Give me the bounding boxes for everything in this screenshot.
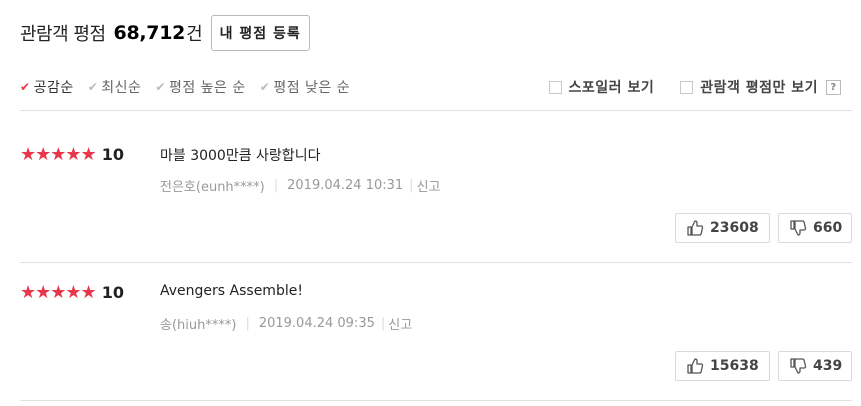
dislike-button[interactable]: 439: [778, 351, 852, 381]
review-meta: 송(hiuh****) | 2019.04.24 09:35 | 신고: [160, 314, 412, 333]
review-item: ★★★★★ 10 Avengers Assemble! 송(hiuh****) …: [20, 281, 852, 401]
review-item: ★★★★★ 10 마블 3000만큼 사랑합니다 전은호(eunh****) |…: [20, 143, 852, 263]
meta-separator: |: [273, 178, 279, 193]
rating-score: 10: [101, 282, 124, 302]
rating: ★★★★★ 10: [20, 281, 124, 303]
review-date: 2019.04.24 10:31: [287, 178, 404, 193]
divider: [20, 262, 852, 263]
spoiler-label: 스포일러 보기: [568, 80, 655, 96]
meta-separator: |: [245, 316, 250, 331]
dislike-count: 660: [813, 220, 843, 236]
meta-separator: |: [409, 178, 414, 193]
checkbox-icon[interactable]: [548, 80, 562, 94]
review-meta: 전은호(eunh****) | 2019.04.24 10:31 | 신고: [160, 176, 440, 195]
check-icon: ✔: [259, 80, 271, 94]
vote-buttons: 15638 439: [667, 351, 852, 381]
help-icon[interactable]: ?: [826, 79, 841, 95]
vote-buttons: 23608 660: [667, 213, 852, 243]
review-count: 68,712: [113, 22, 186, 44]
thumbs-up-icon: [687, 358, 704, 374]
rating: ★★★★★ 10: [20, 143, 124, 165]
meta-separator: |: [380, 316, 386, 331]
sort-sympathy[interactable]: ✔ 공감순: [20, 77, 74, 97]
review-header: 관람객 평점 68,712 건 내 평점 등록: [20, 14, 310, 52]
dislike-count: 439: [813, 358, 843, 374]
write-review-button[interactable]: 내 평점 등록: [210, 15, 310, 51]
sort-low-score-label: 평점 낮은 순: [273, 80, 351, 96]
checkbox-icon[interactable]: [680, 80, 694, 94]
like-count: 23608: [710, 220, 759, 236]
thumbs-down-icon: [790, 358, 807, 374]
sort-high-score-label: 평점 높은 순: [168, 80, 246, 96]
review-author[interactable]: 전은호(eunh****): [160, 176, 265, 195]
like-button[interactable]: 15638: [675, 351, 770, 381]
check-icon: ✔: [20, 80, 31, 94]
divider: [20, 110, 852, 111]
review-date: 2019.04.24 09:35: [258, 316, 375, 331]
report-link[interactable]: 신고: [388, 314, 412, 333]
sort-low-score[interactable]: ✔ 평점 낮은 순: [260, 77, 350, 97]
review-author[interactable]: 송(hiuh****): [160, 314, 236, 333]
viewer-only-label: 관람객 평점만 보기: [700, 80, 818, 96]
sort-high-score[interactable]: ✔ 평점 높은 순: [155, 77, 245, 97]
divider: [20, 400, 852, 401]
spoiler-checkbox[interactable]: 스포일러 보기: [548, 77, 655, 97]
review-count-unit: 건: [186, 24, 203, 45]
like-button[interactable]: 23608: [675, 213, 770, 243]
viewer-only-checkbox[interactable]: 관람객 평점만 보기 ?: [680, 77, 841, 97]
like-count: 15638: [710, 358, 759, 374]
page-title: 관람객 평점: [20, 24, 106, 45]
thumbs-up-icon: [687, 220, 704, 236]
review-text: 마블 3000만큼 사랑합니다: [160, 148, 321, 164]
sort-filter-bar: ✔ 공감순 ✔ 최신순 ✔ 평점 높은 순 ✔ 평점 낮은 순 스포일러 보기 …: [20, 72, 841, 102]
sort-sympathy-label: 공감순: [33, 80, 74, 96]
report-link[interactable]: 신고: [417, 176, 441, 195]
sort-latest-label: 최신순: [101, 80, 142, 96]
thumbs-down-icon: [790, 220, 807, 236]
check-icon: ✔: [155, 80, 166, 94]
sort-latest[interactable]: ✔ 최신순: [88, 77, 142, 97]
review-text: Avengers Assemble!: [160, 283, 303, 299]
dislike-button[interactable]: 660: [778, 213, 852, 243]
star-rating-icon: ★★★★★: [20, 143, 97, 165]
rating-score: 10: [101, 144, 124, 164]
check-icon: ✔: [87, 80, 99, 94]
star-rating-icon: ★★★★★: [20, 281, 97, 303]
